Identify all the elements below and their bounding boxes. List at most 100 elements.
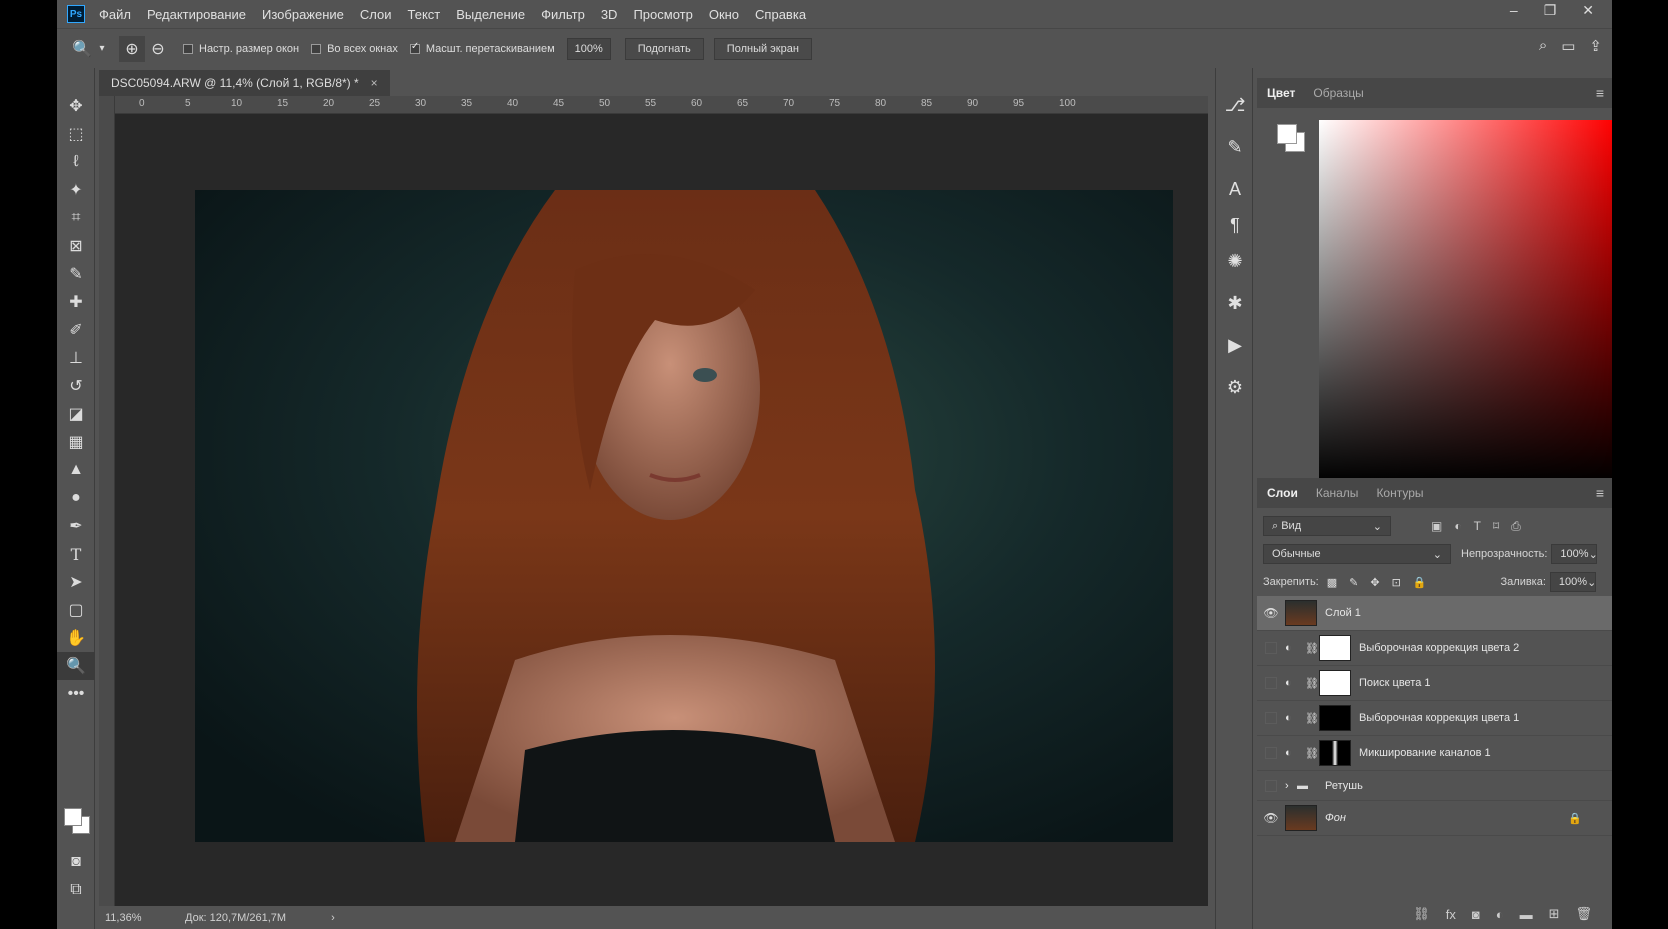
foreground-color-swatch[interactable] — [64, 808, 82, 826]
panel-menu-icon[interactable]: ≡ — [1596, 85, 1604, 101]
layer-row[interactable]: ◐ ⛓ Поиск цвета 1 — [1257, 666, 1612, 701]
visibility-toggle[interactable] — [1265, 779, 1277, 792]
menu-layers[interactable]: Слои — [360, 7, 392, 22]
link-icon[interactable]: ⛓ — [1305, 712, 1319, 725]
visibility-toggle[interactable] — [1265, 712, 1277, 724]
panel-menu-icon[interactable]: ≡ — [1596, 485, 1604, 501]
scrubby-zoom-checkbox[interactable]: Масшт. перетаскиванием — [409, 41, 555, 55]
filter-shape-icon[interactable]: ⌑ — [1493, 519, 1499, 534]
menu-edit[interactable]: Редактирование — [147, 7, 246, 22]
blur-tool-icon[interactable]: ▲ — [57, 456, 95, 484]
plugin-panel-icon[interactable]: ✱ — [1216, 282, 1254, 324]
new-group-icon[interactable]: ▬ — [1520, 907, 1533, 922]
layer-name[interactable]: Поиск цвета 1 — [1359, 677, 1431, 689]
actions-panel-icon[interactable]: ▶ — [1216, 324, 1254, 366]
lock-transparent-icon[interactable]: ▩ — [1327, 576, 1337, 589]
canvas-area[interactable] — [115, 114, 1208, 906]
document-tab[interactable]: DSC05094.ARW @ 11,4% (Слой 1, RGB/8*) * … — [99, 70, 390, 96]
shape-tool-icon[interactable]: ▢ — [57, 596, 95, 624]
layer-mask-thumbnail[interactable] — [1319, 740, 1351, 766]
filter-smart-object-icon[interactable]: ⎙ — [1511, 519, 1521, 534]
lasso-tool-icon[interactable]: ℓ — [57, 148, 95, 176]
paragraph-panel-icon[interactable]: ¶ — [1216, 210, 1254, 240]
zoom-out-icon[interactable]: ⊖ — [145, 36, 171, 62]
trash-icon[interactable]: 🗑 — [1575, 906, 1592, 922]
link-icon[interactable]: ⛓ — [1305, 642, 1319, 655]
zoom-in-icon[interactable]: ⊕ — [119, 35, 145, 62]
menu-select[interactable]: Выделение — [456, 7, 525, 22]
fill-screen-button[interactable]: Полный экран — [713, 37, 812, 60]
menu-image[interactable]: Изображение — [262, 7, 344, 22]
type-tool-icon[interactable]: T — [57, 540, 95, 568]
dodge-tool-icon[interactable]: ● — [57, 484, 95, 512]
menu-filter[interactable]: Фильтр — [541, 7, 585, 22]
filter-type-icon[interactable]: T — [1474, 519, 1481, 534]
tab-color[interactable]: Цвет — [1267, 86, 1295, 100]
menu-window[interactable]: Окно — [709, 7, 739, 22]
layer-mask-thumbnail[interactable] — [1319, 670, 1351, 696]
share-icon[interactable]: ⇪ — [1589, 37, 1602, 55]
layer-name[interactable]: Слой 1 — [1325, 607, 1361, 619]
layer-filter-select[interactable]: ⌕ Вид ⌄ — [1263, 516, 1391, 536]
chevron-down-icon[interactable]: ▾ — [95, 36, 109, 62]
color-fg-swatch[interactable] — [1277, 124, 1297, 144]
menu-type[interactable]: Текст — [408, 7, 441, 22]
menu-view[interactable]: Просмотр — [633, 7, 692, 22]
tab-swatches[interactable]: Образцы — [1313, 86, 1363, 100]
eye-icon[interactable]: 👁 — [1257, 811, 1285, 825]
fill-field[interactable]: 100% ⌄ — [1549, 572, 1596, 592]
ruler-vertical[interactable] — [99, 96, 115, 906]
opacity-field[interactable]: 100% ⌄ — [1551, 544, 1598, 564]
toolbox-collapse[interactable] — [57, 68, 94, 92]
all-windows-checkbox[interactable]: Во всех окнах — [311, 43, 398, 55]
color-picker-field[interactable] — [1319, 120, 1612, 482]
filter-pixel-icon[interactable]: ▣ — [1431, 519, 1442, 534]
healing-brush-tool-icon[interactable]: ✚ — [57, 288, 95, 316]
fx-icon[interactable]: fx — [1446, 907, 1456, 922]
screen-mode-icon[interactable]: ⧉ — [57, 876, 95, 904]
lock-pixels-icon[interactable]: ✎ — [1349, 576, 1358, 589]
fit-screen-button[interactable]: Подогнать — [624, 37, 704, 60]
eye-icon[interactable]: 👁 — [1257, 606, 1285, 620]
pen-tool-icon[interactable]: ✒ — [57, 512, 95, 540]
tab-channels[interactable]: Каналы — [1316, 486, 1359, 500]
zoom-tool-preset-icon[interactable]: 🔍 — [69, 36, 95, 62]
close-icon[interactable]: ✕ — [1582, 2, 1594, 19]
move-tool-icon[interactable]: ✥ — [57, 92, 95, 120]
tab-layers[interactable]: Слои — [1267, 486, 1298, 500]
layer-mask-thumbnail[interactable] — [1319, 635, 1351, 661]
clone-stamp-tool-icon[interactable]: ⊥ — [57, 344, 95, 372]
ruler-horizontal[interactable]: 0 5 10 15 20 25 30 35 40 45 50 55 60 65 70 75 80 85 90 95 10… — [115, 96, 1208, 114]
styles-panel-icon[interactable]: ✺ — [1216, 240, 1254, 282]
resize-windows-checkbox[interactable]: Настр. размер окон — [183, 43, 299, 55]
link-icon[interactable]: ⛓ — [1305, 747, 1319, 760]
link-layers-icon[interactable]: ⛓ — [1413, 906, 1430, 922]
visibility-toggle[interactable] — [1265, 642, 1277, 654]
menu-help[interactable]: Справка — [755, 7, 806, 22]
marquee-tool-icon[interactable]: ⬚ — [57, 120, 95, 148]
lock-artboard-icon[interactable]: ⊡ — [1392, 576, 1401, 589]
zoom-percent-field[interactable]: 100% — [566, 37, 611, 60]
magic-wand-tool-icon[interactable]: ✦ — [57, 176, 95, 204]
layer-row[interactable]: ◐ ⛓ Выборочная коррекция цвета 1 — [1257, 701, 1612, 736]
layer-name[interactable]: Микширование каналов 1 — [1359, 747, 1491, 759]
chevron-right-icon[interactable]: › — [1285, 780, 1297, 792]
status-menu-arrow-icon[interactable]: › — [331, 912, 335, 924]
lock-all-icon[interactable]: 🔒 — [1413, 576, 1427, 589]
new-layer-icon[interactable]: ⊞ — [1549, 906, 1560, 922]
zoom-level[interactable]: 11,36% — [105, 912, 185, 924]
character-panel-icon[interactable]: A — [1216, 168, 1254, 210]
search-icon[interactable]: ⌕ — [1539, 37, 1547, 55]
brush-tool-icon[interactable]: ✐ — [57, 316, 95, 344]
lock-position-icon[interactable]: ✥ — [1370, 576, 1379, 589]
frame-tool-icon[interactable]: ⊠ — [57, 232, 95, 260]
filter-adjustment-icon[interactable]: ◐ — [1454, 519, 1461, 534]
quick-mask-icon[interactable]: ◙ — [57, 848, 95, 876]
layer-mask-thumbnail[interactable] — [1319, 705, 1351, 731]
layer-row[interactable]: 👁 Слой 1 — [1257, 596, 1612, 631]
layer-group-row[interactable]: › ▬ Ретушь — [1257, 771, 1612, 801]
visibility-toggle[interactable] — [1265, 677, 1277, 689]
layer-row[interactable]: 👁 Фон 🔒 — [1257, 801, 1612, 836]
menu-3d[interactable]: 3D — [601, 7, 618, 22]
document-image[interactable] — [195, 190, 1173, 842]
